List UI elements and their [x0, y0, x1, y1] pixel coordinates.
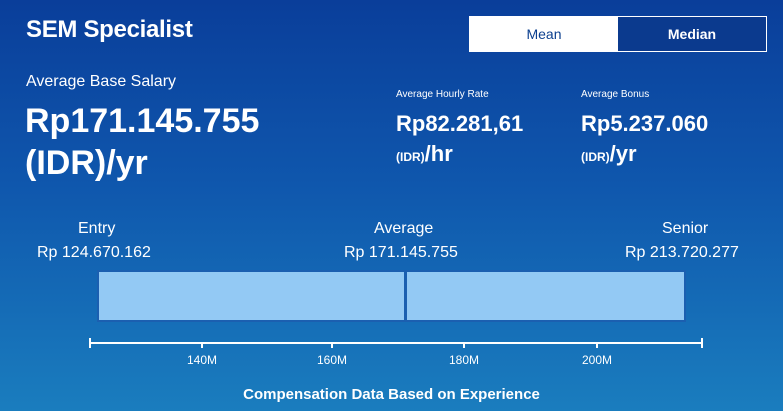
- axis-tick: [331, 342, 333, 348]
- entry-value: Rp 124.670.162: [37, 244, 151, 261]
- salary-axis: [89, 342, 703, 344]
- hourly-rate-label: Average Hourly Rate: [396, 89, 489, 100]
- hourly-rate-unit: (IDR)/hr: [396, 141, 453, 167]
- axis-tick: [463, 342, 465, 348]
- median-button[interactable]: Median: [618, 17, 766, 51]
- salary-range-bar: [97, 270, 686, 322]
- entry-label: Entry: [78, 220, 116, 237]
- axis-tick-label: 160M: [316, 353, 348, 367]
- axis-tick-label: 200M: [581, 353, 613, 367]
- axis-end-cap: [701, 338, 703, 348]
- axis-start-cap: [89, 338, 91, 348]
- axis-tick: [596, 342, 598, 348]
- axis-tick-label: 140M: [186, 353, 218, 367]
- bonus-label: Average Bonus: [581, 89, 650, 100]
- average-label: Average: [374, 220, 434, 237]
- axis-tick-label: 180M: [448, 353, 480, 367]
- bonus-unit: (IDR)/yr: [581, 141, 637, 167]
- mean-median-toggle: Mean Median: [469, 16, 767, 52]
- axis-tick: [201, 342, 203, 348]
- bonus-amount: Rp5.237.060: [581, 111, 709, 136]
- senior-value: Rp 213.720.277: [625, 244, 739, 261]
- average-marker: [404, 270, 407, 322]
- mean-button[interactable]: Mean: [470, 17, 618, 51]
- base-salary-amount: Rp171.145.755: [25, 102, 260, 140]
- hourly-rate-period: /hr: [424, 141, 453, 166]
- bonus-period: /yr: [609, 141, 637, 166]
- average-value: Rp 171.145.755: [344, 244, 458, 261]
- base-salary-unit: (IDR)/yr: [25, 144, 148, 182]
- senior-label: Senior: [662, 220, 709, 237]
- hourly-rate-currency: (IDR): [396, 150, 425, 164]
- bonus-currency: (IDR): [581, 150, 610, 164]
- base-salary-value: Rp171.145.755 (IDR)/yr: [25, 100, 355, 184]
- hourly-rate-amount: Rp82.281,61: [396, 111, 524, 136]
- chart-caption: Compensation Data Based on Experience: [243, 386, 540, 403]
- base-salary-label: Average Base Salary: [26, 73, 177, 90]
- job-title: SEM Specialist: [26, 16, 193, 43]
- salary-card: SEM Specialist Mean Median Average Base …: [0, 0, 783, 411]
